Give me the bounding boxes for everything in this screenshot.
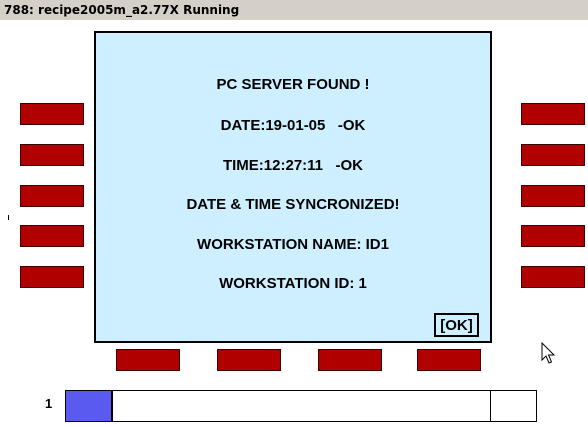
mouse-pointer-icon	[541, 342, 556, 364]
window-title: 788: recipe2005m_a2.77X Running	[0, 0, 588, 20]
right-softkey-5[interactable]	[521, 266, 585, 288]
bottom-softkey-2[interactable]	[217, 349, 281, 371]
bottom-softkey-4[interactable]	[417, 349, 481, 371]
left-softkey-4[interactable]	[20, 225, 84, 247]
sync-dialog: PC SERVER FOUND ! DATE:19-01-05 -OK TIME…	[94, 31, 492, 343]
message-workstation-name: WORKSTATION NAME: ID1	[197, 236, 389, 253]
right-softkey-4[interactable]	[521, 225, 585, 247]
left-softkey-5[interactable]	[20, 266, 84, 288]
left-softkey-2[interactable]	[20, 144, 84, 166]
bottom-softkey-3[interactable]	[318, 349, 382, 371]
margin-tick	[8, 215, 9, 220]
right-softkey-3[interactable]	[521, 185, 585, 207]
message-workstation-id: WORKSTATION ID: 1	[219, 275, 367, 292]
ok-button[interactable]: [OK]	[434, 313, 479, 337]
message-date: DATE:19-01-05 -OK	[220, 117, 366, 134]
left-softkey-3[interactable]	[20, 185, 84, 207]
message-time: TIME:12:27:11 -OK	[222, 157, 364, 174]
progress-divider	[490, 391, 491, 421]
message-synchronized: DATE & TIME SYNCRONIZED!	[186, 196, 400, 213]
progress-fill	[66, 391, 113, 421]
left-softkey-1[interactable]	[20, 103, 84, 125]
right-softkey-1[interactable]	[521, 103, 585, 125]
page-number: 1	[45, 396, 53, 411]
bottom-softkey-1[interactable]	[116, 349, 180, 371]
progress-bar	[65, 390, 537, 422]
message-server-found: PC SERVER FOUND !	[216, 76, 370, 93]
right-softkey-2[interactable]	[521, 144, 585, 166]
